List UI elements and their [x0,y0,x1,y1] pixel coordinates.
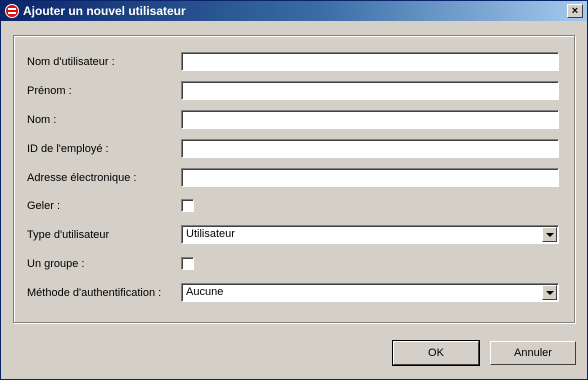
firstname-label: Prénom : [27,85,72,97]
dialog-window: Ajouter un nouvel utilisateur × Nom d'ut… [0,0,588,380]
ok-button[interactable]: OK [392,340,480,366]
freeze-checkbox[interactable] [181,199,194,212]
user-type-label: Type d'utilisateur [27,229,110,241]
employee-id-label: ID de l'employé : [27,143,109,155]
auth-method-label: Méthode d'authentification : [27,287,162,299]
user-type-value: Utilisateur [186,228,235,240]
close-icon: × [571,4,579,17]
auth-method-value: Aucune [186,286,224,298]
group-checkbox[interactable] [181,257,194,270]
firstname-field[interactable] [181,81,559,100]
window-title: Ajouter un nouvel utilisateur [23,4,186,18]
title-bar[interactable]: Ajouter un nouvel utilisateur × [1,1,587,21]
username-label: Nom d'utilisateur : [27,56,115,68]
cancel-button[interactable]: Annuler [490,341,576,365]
chevron-down-icon[interactable] [542,227,557,242]
chevron-down-icon[interactable] [542,285,557,300]
group-label: Un groupe : [27,258,85,270]
app-icon [5,4,19,18]
user-type-select[interactable]: Utilisateur [181,225,559,244]
freeze-label: Geler : [27,200,61,212]
employee-id-field[interactable] [181,139,559,158]
lastname-field[interactable] [181,110,559,129]
email-label: Adresse électronique : [27,172,137,184]
lastname-label: Nom : [27,114,57,126]
email-field[interactable] [181,168,559,187]
auth-method-select[interactable]: Aucune [181,283,559,302]
username-field[interactable] [181,52,559,71]
close-button[interactable]: × [567,4,583,18]
